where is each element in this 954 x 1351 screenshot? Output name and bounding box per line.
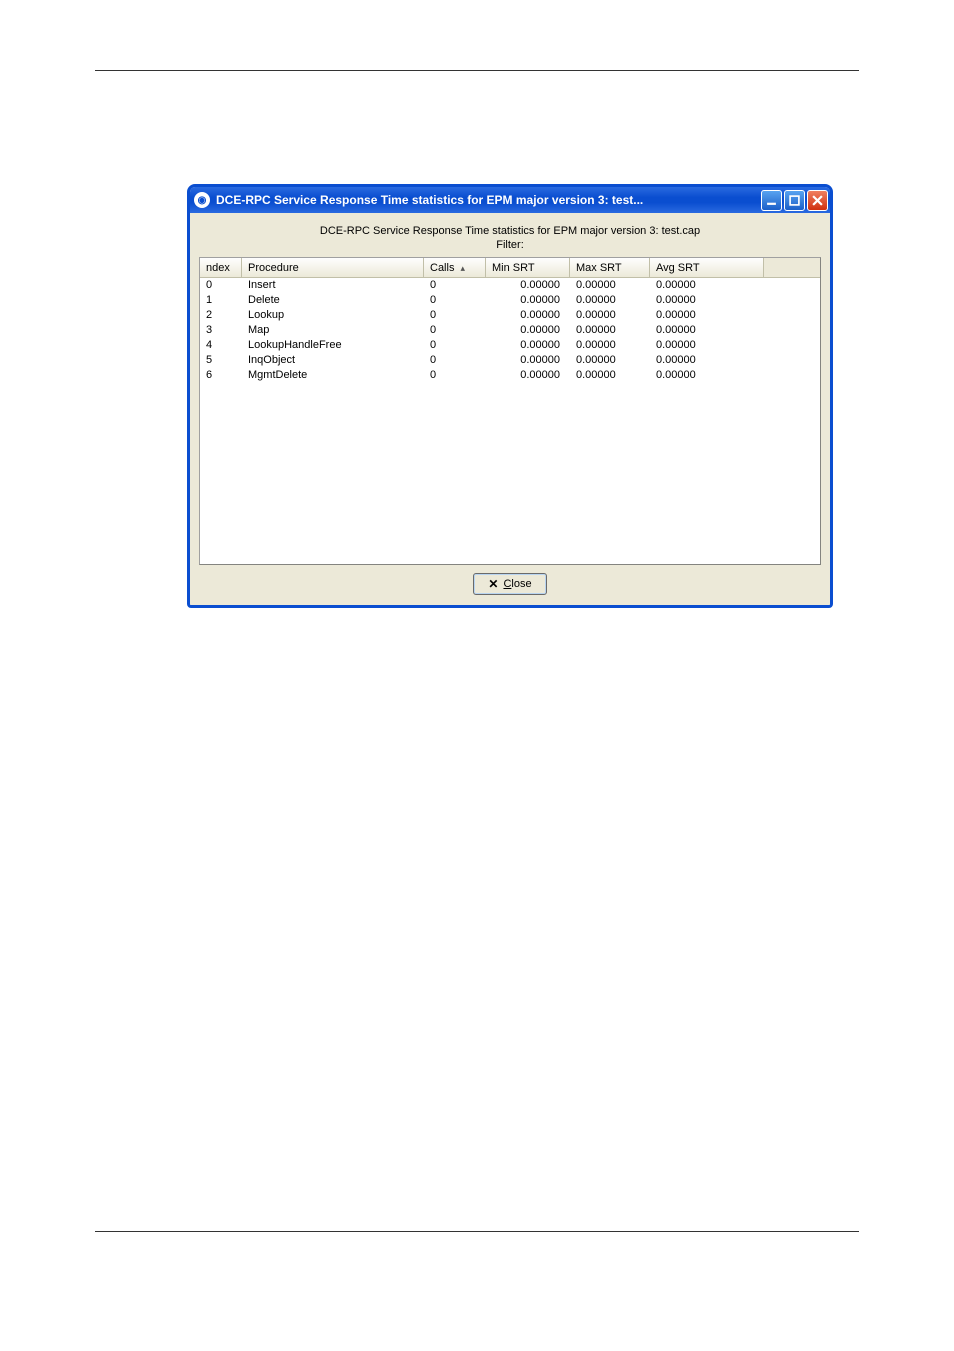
- cell-calls: 0: [424, 353, 486, 368]
- table-row[interactable]: 5InqObject00.000000.000000.00000: [200, 353, 820, 368]
- cell-max-srt: 0.00000: [570, 293, 650, 308]
- minimize-button[interactable]: [761, 190, 782, 211]
- table-body: 0Insert00.000000.000000.000001Delete00.0…: [200, 278, 820, 383]
- cell-index: 1: [200, 293, 242, 308]
- col-header-min-srt[interactable]: Min SRT: [486, 258, 570, 277]
- cell-procedure: Map: [242, 323, 424, 338]
- col-header-max-srt[interactable]: Max SRT: [570, 258, 650, 277]
- app-icon: ◉: [194, 192, 210, 208]
- button-row: ✕ Close: [199, 573, 821, 595]
- page-rule-bottom: [95, 1231, 859, 1232]
- table-row[interactable]: 6MgmtDelete00.000000.000000.00000: [200, 368, 820, 383]
- page-rule-top: [95, 70, 859, 71]
- cell-procedure: Delete: [242, 293, 424, 308]
- window-controls: [761, 190, 828, 211]
- table-row[interactable]: 4LookupHandleFree00.000000.000000.00000: [200, 338, 820, 353]
- cell-calls: 0: [424, 338, 486, 353]
- titlebar[interactable]: ◉ DCE-RPC Service Response Time statisti…: [190, 187, 830, 213]
- cell-avg-srt: 0.00000: [650, 308, 764, 323]
- cell-index: 5: [200, 353, 242, 368]
- cell-max-srt: 0.00000: [570, 323, 650, 338]
- cell-min-srt: 0.00000: [486, 338, 570, 353]
- table-header: ndex Procedure Calls Min SRT Max SRT Avg…: [200, 258, 820, 278]
- table-row[interactable]: 1Delete00.000000.000000.00000: [200, 293, 820, 308]
- cell-avg-srt: 0.00000: [650, 368, 764, 383]
- cell-avg-srt: 0.00000: [650, 293, 764, 308]
- cell-procedure: MgmtDelete: [242, 368, 424, 383]
- window-close-button[interactable]: [807, 190, 828, 211]
- cell-procedure: LookupHandleFree: [242, 338, 424, 353]
- cell-avg-srt: 0.00000: [650, 338, 764, 353]
- col-header-calls[interactable]: Calls: [424, 258, 486, 277]
- cell-min-srt: 0.00000: [486, 323, 570, 338]
- cell-min-srt: 0.00000: [486, 308, 570, 323]
- cell-min-srt: 0.00000: [486, 368, 570, 383]
- cell-index: 6: [200, 368, 242, 383]
- minimize-icon: [766, 195, 777, 206]
- cell-index: 3: [200, 323, 242, 338]
- cell-min-srt: 0.00000: [486, 293, 570, 308]
- cell-avg-srt: 0.00000: [650, 278, 764, 293]
- close-button[interactable]: ✕ Close: [473, 573, 546, 595]
- col-header-index[interactable]: ndex: [200, 258, 242, 277]
- table-row[interactable]: 0Insert00.000000.000000.00000: [200, 278, 820, 293]
- cell-avg-srt: 0.00000: [650, 353, 764, 368]
- window-title: DCE-RPC Service Response Time statistics…: [216, 193, 761, 207]
- subtitle-text: DCE-RPC Service Response Time statistics…: [199, 225, 821, 237]
- cell-calls: 0: [424, 323, 486, 338]
- cell-max-srt: 0.00000: [570, 353, 650, 368]
- cell-calls: 0: [424, 308, 486, 323]
- cell-procedure: Lookup: [242, 308, 424, 323]
- cell-calls: 0: [424, 293, 486, 308]
- table-row[interactable]: 3Map00.000000.000000.00000: [200, 323, 820, 338]
- x-icon: ✕: [488, 577, 498, 591]
- cell-calls: 0: [424, 368, 486, 383]
- cell-max-srt: 0.00000: [570, 368, 650, 383]
- dialog-content: DCE-RPC Service Response Time statistics…: [190, 213, 830, 605]
- cell-max-srt: 0.00000: [570, 338, 650, 353]
- col-header-avg-srt[interactable]: Avg SRT: [650, 258, 764, 277]
- stats-table: ndex Procedure Calls Min SRT Max SRT Avg…: [199, 257, 821, 565]
- cell-min-srt: 0.00000: [486, 353, 570, 368]
- cell-procedure: Insert: [242, 278, 424, 293]
- filter-label: Filter:: [199, 239, 821, 251]
- cell-max-srt: 0.00000: [570, 278, 650, 293]
- cell-index: 4: [200, 338, 242, 353]
- cell-calls: 0: [424, 278, 486, 293]
- table-row[interactable]: 2Lookup00.000000.000000.00000: [200, 308, 820, 323]
- maximize-button[interactable]: [784, 190, 805, 211]
- dialog-window: ◉ DCE-RPC Service Response Time statisti…: [187, 184, 833, 608]
- cell-index: 2: [200, 308, 242, 323]
- close-icon: [812, 195, 823, 206]
- col-header-procedure[interactable]: Procedure: [242, 258, 424, 277]
- close-button-label: Close: [503, 578, 531, 590]
- cell-max-srt: 0.00000: [570, 308, 650, 323]
- maximize-icon: [789, 195, 800, 206]
- cell-min-srt: 0.00000: [486, 278, 570, 293]
- cell-index: 0: [200, 278, 242, 293]
- cell-avg-srt: 0.00000: [650, 323, 764, 338]
- cell-procedure: InqObject: [242, 353, 424, 368]
